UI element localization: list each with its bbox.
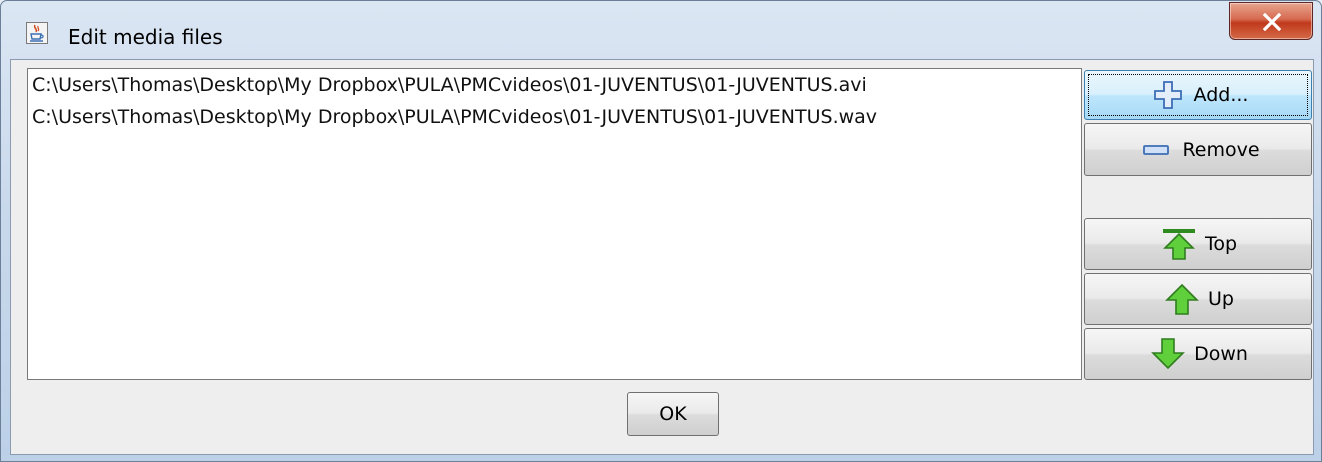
dialog-window: Edit media files C:\Users\Thomas\Desktop… <box>0 0 1322 462</box>
up-button-label: Up <box>1208 288 1234 310</box>
java-cup-icon <box>26 22 48 44</box>
down-button-label: Down <box>1194 343 1248 365</box>
window-title: Edit media files <box>68 25 223 49</box>
remove-button[interactable]: Remove <box>1084 123 1312 176</box>
plus-icon <box>1148 78 1188 112</box>
close-icon <box>1262 13 1282 31</box>
button-bar: OK <box>11 382 1313 454</box>
title-bar[interactable]: Edit media files <box>1 1 1321 59</box>
remove-button-label: Remove <box>1182 138 1260 161</box>
media-file-list[interactable]: C:\Users\Thomas\Desktop\My Dropbox\PULA\… <box>27 68 1082 380</box>
top-button[interactable]: Top <box>1084 218 1312 270</box>
down-button[interactable]: Down <box>1084 328 1312 380</box>
arrow-top-icon <box>1159 227 1199 261</box>
list-item[interactable]: C:\Users\Thomas\Desktop\My Dropbox\PULA\… <box>28 101 1081 133</box>
close-button[interactable] <box>1229 2 1313 40</box>
arrow-up-icon <box>1162 282 1202 316</box>
add-button[interactable]: Add... <box>1084 70 1312 120</box>
list-item[interactable]: C:\Users\Thomas\Desktop\My Dropbox\PULA\… <box>28 69 1081 101</box>
dialog-content: C:\Users\Thomas\Desktop\My Dropbox\PULA\… <box>10 59 1314 455</box>
minus-icon <box>1136 133 1176 167</box>
ok-button[interactable]: OK <box>627 392 719 436</box>
add-button-label: Add... <box>1193 84 1249 106</box>
arrow-down-icon <box>1148 337 1188 371</box>
up-button[interactable]: Up <box>1084 273 1312 325</box>
top-button-label: Top <box>1204 233 1238 255</box>
